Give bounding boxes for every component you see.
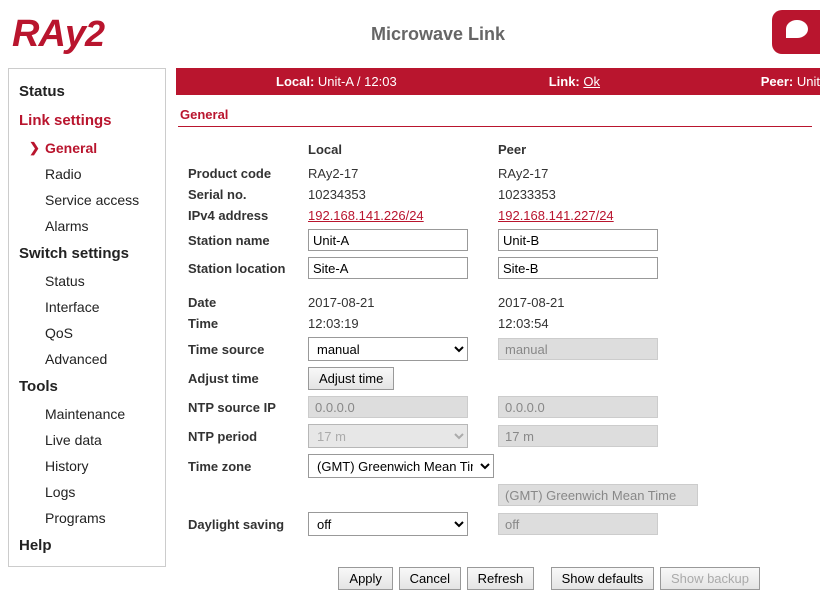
peer-ntp-period: 17 m (498, 425, 658, 447)
sidebar-item-logs[interactable]: Logs (9, 479, 165, 505)
statusbar-peer-value: Unit (797, 74, 820, 89)
local-daylight-saving-select[interactable]: off (308, 512, 468, 536)
sidebar-item-programs[interactable]: Programs (9, 505, 165, 531)
label-time-source: Time source (182, 334, 302, 364)
statusbar-local-label: Local: (276, 74, 314, 89)
show-defaults-button[interactable]: Show defaults (551, 567, 655, 590)
local-ntp-source-ip: 0.0.0.0 (308, 396, 468, 418)
peer-date: 2017-08-21 (492, 292, 704, 313)
label-ntp-period: NTP period (182, 421, 302, 451)
sidebar-item-alarms[interactable]: Alarms (9, 213, 165, 239)
peer-serial-no: 10233353 (492, 184, 704, 205)
statusbar-link-value[interactable]: Ok (583, 74, 600, 89)
sidebar-group-help[interactable]: Help (9, 531, 165, 560)
label-station-name: Station name (182, 226, 302, 254)
label-time-zone: Time zone (182, 451, 302, 481)
refresh-button[interactable]: Refresh (467, 567, 535, 590)
label-daylight-saving: Daylight saving (182, 509, 302, 539)
statusbar-peer-label: Peer: (761, 74, 794, 89)
peer-time-zone: (GMT) Greenwich Mean Time (498, 484, 698, 506)
sidebar-group-status[interactable]: Status (9, 77, 165, 106)
sidebar-item-qos[interactable]: QoS (9, 320, 165, 346)
chevron-right-icon: ❯ (29, 140, 40, 156)
local-time: 12:03:19 (302, 313, 492, 334)
sidebar-item-radio[interactable]: Radio (9, 161, 165, 187)
label-serial-no: Serial no. (182, 184, 302, 205)
peer-daylight-saving: off (498, 513, 658, 535)
label-time: Time (182, 313, 302, 334)
sidebar-item-service-access[interactable]: Service access (9, 187, 165, 213)
peer-station-name-input[interactable] (498, 229, 658, 251)
general-form: Local Peer Product code RAy2-17 RAy2-17 … (182, 139, 704, 539)
sidebar-item-label: General (45, 140, 97, 156)
label-station-location: Station location (182, 254, 302, 282)
local-ntp-period-select: 17 m (308, 424, 468, 448)
adjust-time-button[interactable]: Adjust time (308, 367, 394, 390)
local-serial-no: 10234353 (302, 184, 492, 205)
cancel-button[interactable]: Cancel (399, 567, 461, 590)
section-title: General (178, 107, 812, 127)
sidebar: Status Link settings ❯ General Radio Serv… (8, 68, 166, 567)
button-row: Apply Cancel Refresh Show defaults Show … (176, 539, 820, 600)
status-bar: Local: Unit-A / 12:03 Link: Ok Peer: Uni… (176, 68, 820, 95)
statusbar-local-value: Unit-A / 12:03 (318, 74, 397, 89)
peer-product-code: RAy2-17 (492, 163, 704, 184)
statusbar-link-label: Link: (549, 74, 580, 89)
label-product-code: Product code (182, 163, 302, 184)
peer-ntp-source-ip: 0.0.0.0 (498, 396, 658, 418)
label-ipv4: IPv4 address (182, 205, 302, 226)
local-time-source-select[interactable]: manual (308, 337, 468, 361)
local-time-zone-select[interactable]: (GMT) Greenwich Mean Time (308, 454, 494, 478)
content: Local: Unit-A / 12:03 Link: Ok Peer: Uni… (176, 68, 820, 600)
sidebar-item-live-data[interactable]: Live data (9, 427, 165, 453)
local-station-location-input[interactable] (308, 257, 468, 279)
peer-ipv4-link[interactable]: 192.168.141.227/24 (498, 208, 614, 223)
show-backup-button: Show backup (660, 567, 760, 590)
label-adjust-time: Adjust time (182, 364, 302, 393)
sidebar-group-switch-settings[interactable]: Switch settings (9, 239, 165, 268)
peer-station-location-input[interactable] (498, 257, 658, 279)
local-station-name-input[interactable] (308, 229, 468, 251)
sidebar-item-switch-status[interactable]: Status (9, 268, 165, 294)
sidebar-item-maintenance[interactable]: Maintenance (9, 401, 165, 427)
column-header-peer: Peer (492, 139, 704, 163)
peer-time-source: manual (498, 338, 658, 360)
sidebar-item-interface[interactable]: Interface (9, 294, 165, 320)
sidebar-group-tools[interactable]: Tools (9, 372, 165, 401)
label-date: Date (182, 292, 302, 313)
local-date: 2017-08-21 (302, 292, 492, 313)
sidebar-item-history[interactable]: History (9, 453, 165, 479)
header: RAy2 Microwave Link (0, 0, 820, 68)
sidebar-item-general[interactable]: ❯ General (9, 135, 165, 161)
logo: RAy2 (8, 13, 104, 56)
column-header-local: Local (302, 139, 492, 163)
sidebar-group-link-settings[interactable]: Link settings (9, 106, 165, 135)
local-ipv4-link[interactable]: 192.168.141.226/24 (308, 208, 424, 223)
label-ntp-source-ip: NTP source IP (182, 393, 302, 421)
peer-time: 12:03:54 (492, 313, 704, 334)
page-title: Microwave Link (104, 24, 772, 45)
brand-icon (772, 10, 820, 58)
apply-button[interactable]: Apply (338, 567, 393, 590)
sidebar-item-advanced[interactable]: Advanced (9, 346, 165, 372)
local-product-code: RAy2-17 (302, 163, 492, 184)
